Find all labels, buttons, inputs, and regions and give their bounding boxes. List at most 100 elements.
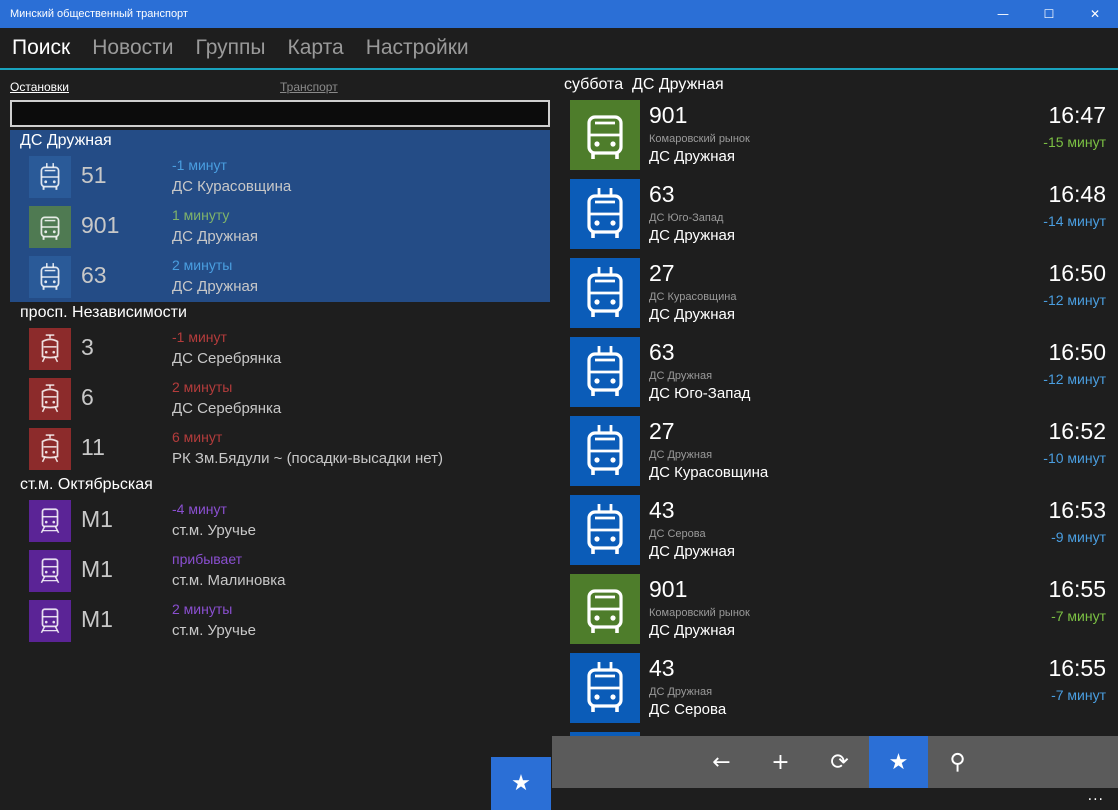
departure-row[interactable]: 901 Комаровский рынок ДС Дружная 16:47 -15 м… [552,98,1118,177]
departure-delta: -15 минут [1043,134,1106,150]
location-button[interactable]: ⚲ [928,736,987,788]
departure-origin: ДС Серова [649,528,706,540]
arrival-row[interactable]: М1 -4 минут ст.м. Уручье [10,496,550,546]
arrival-destination: ДС Серебрянка [172,350,282,367]
maximize-button[interactable]: ☐ [1026,0,1072,28]
route-number: 63 [81,262,107,288]
metro-icon [29,500,71,542]
tram-icon [29,428,71,470]
route-number: 6 [81,384,94,410]
metro-icon [29,600,71,642]
favorite-icon: ★ [888,749,909,775]
search-input[interactable] [10,100,550,127]
tram-icon [29,378,71,420]
departure-destination: ДС Дружная [649,543,735,560]
departure-delta: -12 минут [1043,292,1106,308]
departure-row[interactable]: 27 ДС Дружная ДС Курасовщина 16:52 -10 минут [552,414,1118,493]
arrival-destination: ДС Серебрянка [172,400,282,417]
departure-origin: ДС Курасовщина [649,291,737,303]
search-mode-tabs: Остановки Транспорт [10,80,550,96]
departures-header: суббота ДС Дружная [564,76,724,94]
departure-row[interactable]: 27 ДС Курасовщина ДС Дружная 16:50 -12 минут [552,256,1118,335]
trolleybus-icon [570,653,640,723]
departure-destination: ДС Дружная [649,622,735,639]
departure-row[interactable]: 63 ДС Дружная ДС Юго-Запад 16:50 -12 минут [552,335,1118,414]
departure-delta: -14 минут [1043,213,1106,229]
arrival-eta: 2 минуты [172,379,233,395]
refresh-button[interactable]: ⟳ [810,736,869,788]
trolleybus-icon [570,258,640,328]
metro-icon [29,550,71,592]
departure-delta: -9 минут [1051,529,1106,545]
departure-time: 16:55 [1048,655,1106,681]
stop-name[interactable]: просп. Независимости [10,302,550,324]
nav-map[interactable]: Карта [287,36,343,60]
departure-destination: ДС Юго-Запад [649,385,751,402]
nav-settings[interactable]: Настройки [366,36,469,60]
arrival-eta: -1 минут [172,157,227,173]
departure-time: 16:55 [1048,576,1106,602]
route-number: 43 [649,497,675,523]
stop-name[interactable]: ст.м. Октябрьская [10,474,550,496]
minimize-button[interactable]: — [980,0,1026,28]
departure-origin: ДС Дружная [649,449,713,461]
nav-groups[interactable]: Группы [196,36,266,60]
window-title: Минский общественный транспорт [10,8,188,20]
departure-destination: ДС Дружная [649,148,735,165]
stop-group[interactable]: ДС Дружная 51 -1 минут ДС Курасовщина 901 1 м… [10,130,550,302]
route-number: 27 [649,260,675,286]
arrival-destination: ст.м. Малиновка [172,572,286,589]
location-icon: ⚲ [949,749,966,775]
tab-transport[interactable]: Транспорт [280,80,338,94]
nav-search[interactable]: Поиск [12,36,70,60]
stop-name[interactable]: ДС Дружная [10,130,550,152]
arrival-row[interactable]: 63 2 минуты ДС Дружная [10,252,550,302]
arrival-row[interactable]: 51 -1 минут ДС Курасовщина [10,152,550,202]
arrival-eta: 6 минут [172,429,223,445]
tram-icon [29,328,71,370]
app-bar: ← + ⟳ ★ ⚲ [552,736,1118,788]
favorite-button[interactable]: ★ [869,736,928,788]
favorite-star-button[interactable]: ★ [491,757,551,810]
departure-row[interactable]: 43 ДС Серова ДС Дружная 16:53 -9 минут [552,493,1118,572]
arrival-destination: ДС Курасовщина [172,178,292,195]
bus-icon [570,574,640,644]
arrival-row[interactable]: 3 -1 минут ДС Серебрянка [10,324,550,374]
departure-time: 16:50 [1048,260,1106,286]
more-options-button[interactable]: ... [1088,788,1104,804]
arrival-row[interactable]: 6 2 минуты ДС Серебрянка [10,374,550,424]
arrival-row[interactable]: М1 2 минуты ст.м. Уручье [10,596,550,646]
add-button[interactable]: + [751,736,810,788]
arrival-row[interactable]: 11 6 минут РК Зм.Бядули ~ (посадки-высадки… [10,424,550,474]
departure-time: 16:53 [1048,497,1106,523]
departure-row[interactable]: 43 ДС Дружная ДС Серова 16:55 -7 минут [552,651,1118,730]
departure-destination: ДС Дружная [649,227,735,244]
stop-group[interactable]: просп. Независимости 3 -1 минут ДС Серебрян… [10,302,550,474]
arrival-destination: ДС Дружная [172,228,258,245]
arrival-eta: 1 минуту [172,207,230,223]
title-bar: Минский общественный транспорт — ☐ ✕ [0,0,1118,28]
back-button[interactable]: ← [692,736,751,788]
add-icon: + [771,749,790,775]
departure-delta: -12 минут [1043,371,1106,387]
arrival-row[interactable]: М1 прибывает ст.м. Малиновка [10,546,550,596]
arrival-row[interactable]: 901 1 минуту ДС Дружная [10,202,550,252]
route-number: М1 [81,606,113,632]
departure-row[interactable]: 901 Комаровский рынок ДС Дружная 16:55 -7 ми… [552,572,1118,651]
route-number: 3 [81,334,94,360]
departure-delta: -10 минут [1043,450,1106,466]
departure-row[interactable]: 63 ДС Юго-Запад ДС Дружная 16:48 -14 минут [552,177,1118,256]
day-label: суббота [564,76,624,93]
departure-delta: -7 минут [1051,687,1106,703]
close-button[interactable]: ✕ [1072,0,1118,28]
route-number: М1 [81,506,113,532]
trolleybus-icon [570,179,640,249]
tab-stops[interactable]: Остановки [10,80,69,94]
route-number: М1 [81,556,113,582]
trolleybus-icon [570,337,640,407]
trolleybus-icon [29,256,71,298]
arrival-eta: -1 минут [172,329,227,345]
stop-group[interactable]: ст.м. Октябрьская М1 -4 минут ст.м. Уручье М… [10,474,550,646]
nav-news[interactable]: Новости [92,36,173,60]
departures-list: 901 Комаровский рынок ДС Дружная 16:47 -15 м… [552,98,1118,736]
